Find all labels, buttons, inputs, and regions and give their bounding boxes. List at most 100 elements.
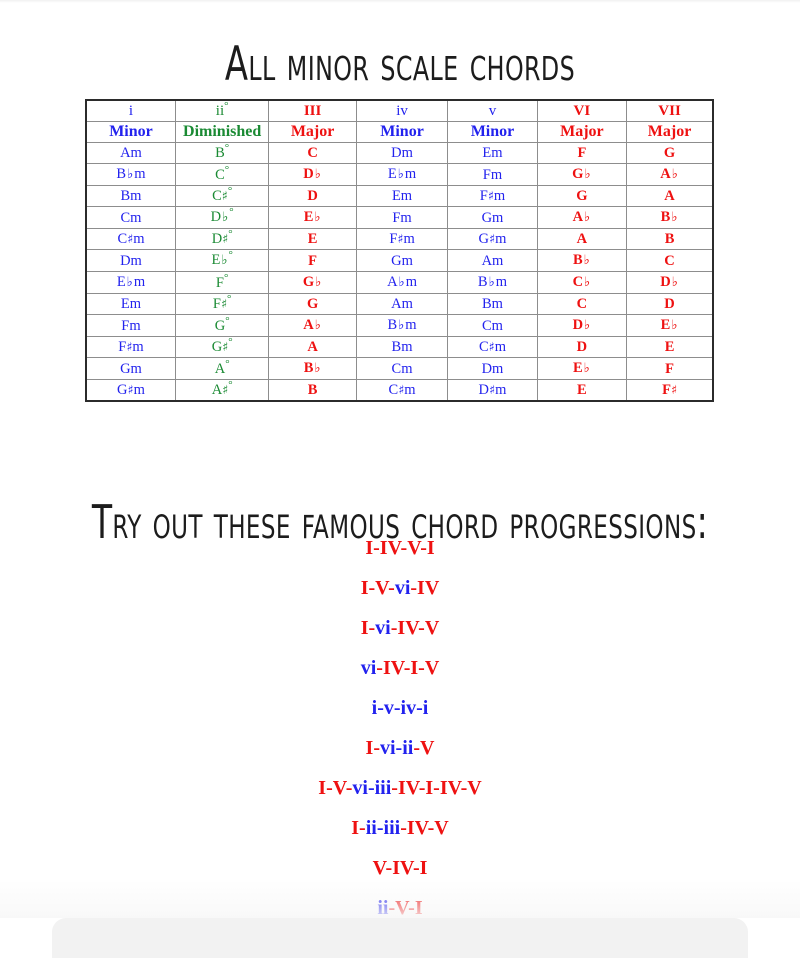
chord-cell: B♭ <box>536 249 628 272</box>
sharp-symbol: ♯ <box>127 382 134 397</box>
progression-separator: - <box>433 777 440 799</box>
progression-numeral: vi <box>394 577 411 599</box>
table-row: Cm D♭° E♭ Fm Gm A♭ B♭ <box>85 206 714 229</box>
degree-header-6: VI <box>536 99 628 122</box>
progression-separator: - <box>416 697 423 719</box>
progression-numeral: V <box>407 537 421 559</box>
table-row: B♭m C° D♭ E♭m Fm G♭ A♭ <box>85 163 714 186</box>
flat-symbol: ♭ <box>397 167 404 182</box>
chord-cell: C♯m <box>355 379 449 402</box>
table-row: Dm E♭° F Gm Am B♭ C <box>85 249 714 272</box>
flat-symbol: ♭ <box>314 167 321 182</box>
chord-cell: C <box>536 293 628 315</box>
progression-separator: - <box>393 697 401 719</box>
flat-symbol: ♭ <box>127 167 134 182</box>
chord-cell: Fm <box>355 206 449 229</box>
chord-cell: F♯m <box>355 228 449 250</box>
chord-cell: Em <box>355 185 449 207</box>
chord-cell: G♭ <box>536 163 628 186</box>
progression-numeral: ii <box>402 737 414 759</box>
chord-cell: C♭ <box>536 271 628 294</box>
chord-cell: D♯m <box>447 379 538 402</box>
progression-numeral: IV <box>397 617 419 639</box>
table-header-row-degrees: i ii° III iv v VI VII <box>85 99 714 122</box>
progression-numeral: I <box>360 617 369 639</box>
progression-line: I-vi-IV-V <box>0 608 800 648</box>
progression-separator: - <box>377 697 384 719</box>
chord-cell: B♭ <box>268 357 357 380</box>
sharp-symbol: ♯ <box>126 339 133 354</box>
progression-separator: - <box>418 657 425 679</box>
progression-separator: - <box>400 817 407 839</box>
chord-cell: G° <box>174 314 270 337</box>
chord-cell: Bm <box>85 185 176 207</box>
chord-cell: A° <box>174 357 270 380</box>
progression-numeral: ii <box>365 817 377 839</box>
chord-cell: A♭ <box>268 314 357 337</box>
quality-header-3: Major <box>268 121 357 143</box>
progression-separator: - <box>359 817 366 839</box>
progression-numeral: I <box>360 577 369 599</box>
chord-cell: C♯m <box>447 336 538 358</box>
flat-symbol: ♭ <box>398 318 405 333</box>
sharp-symbol: ♯ <box>397 231 404 246</box>
progression-numeral: V <box>434 817 449 839</box>
chord-cell: Dm <box>447 357 538 380</box>
chord-cell: E <box>268 228 357 250</box>
progression-numeral: V <box>420 737 435 759</box>
quality-header-6: Major <box>536 121 628 143</box>
sharp-symbol: ♯ <box>670 382 677 397</box>
chord-cell: G <box>268 293 357 315</box>
page-title: All minor scale chords <box>224 37 576 93</box>
progression-numeral: I <box>426 537 435 559</box>
chord-cell: Fm <box>447 163 538 186</box>
chord-cell: A <box>268 336 357 358</box>
minor-scale-chord-table: i ii° III iv v VI VII Minor Diminished Major Minor… <box>85 99 714 402</box>
progression-separator: - <box>420 537 427 559</box>
chord-cell: G <box>536 185 628 207</box>
progression-numeral: V <box>332 777 346 799</box>
chord-cell: F° <box>174 271 270 294</box>
progression-separator: - <box>376 657 383 679</box>
chord-cell: G♯° <box>174 336 270 358</box>
chord-cell: A♭m <box>355 271 449 294</box>
chord-cell: Gm <box>447 206 538 229</box>
progression-numeral: I <box>365 537 374 559</box>
chord-cell: D <box>536 336 628 358</box>
table-row: Gm A° B♭ Cm Dm E♭ F <box>85 357 714 380</box>
progression-separator: - <box>412 857 420 879</box>
chord-cell: D♭ <box>536 314 628 337</box>
progression-numeral: v <box>383 697 394 719</box>
sharp-symbol: ♯ <box>488 339 495 354</box>
progression-separator: - <box>413 737 421 759</box>
sharp-symbol: ♯ <box>489 231 496 246</box>
chord-cell: Em <box>447 142 538 164</box>
chord-cell: Fm <box>85 314 176 337</box>
chord-cell: C <box>626 249 714 272</box>
progression-separator: - <box>388 577 395 599</box>
progression-numeral: I <box>414 897 423 919</box>
chord-cell: C♯m <box>85 228 176 250</box>
progression-numeral: I <box>425 777 434 799</box>
degree-header-5: v <box>447 99 538 122</box>
progression-numeral: IV <box>392 857 413 879</box>
table-row: C♯m D♯° E F♯m G♯m A B <box>85 228 714 250</box>
flat-symbol: ♭ <box>315 275 322 290</box>
chord-cell: F♯ <box>626 379 714 402</box>
flat-symbol: ♭ <box>584 210 591 225</box>
chord-cell: Am <box>355 293 449 315</box>
progression-numeral: V <box>375 577 389 599</box>
chord-cell: F♯m <box>85 336 176 358</box>
chord-cell: C <box>268 142 357 164</box>
chord-progressions-list: I-IV-V-I I-V-vi-IV I-vi-IV-V vi-IV-I-V i-v-i… <box>0 528 800 928</box>
chord-cell: E <box>626 336 714 358</box>
progression-line: I-vi-ii-V <box>0 728 800 768</box>
chord-cell: Em <box>85 293 176 315</box>
chord-cell: Cm <box>85 206 176 229</box>
chord-cell: Gm <box>85 357 176 380</box>
chord-cell: Cm <box>447 314 538 337</box>
progression-numeral: IV <box>397 777 419 799</box>
quality-header-2: Diminished <box>174 121 270 143</box>
flat-symbol: ♭ <box>488 275 495 290</box>
flat-symbol: ♭ <box>671 167 678 182</box>
